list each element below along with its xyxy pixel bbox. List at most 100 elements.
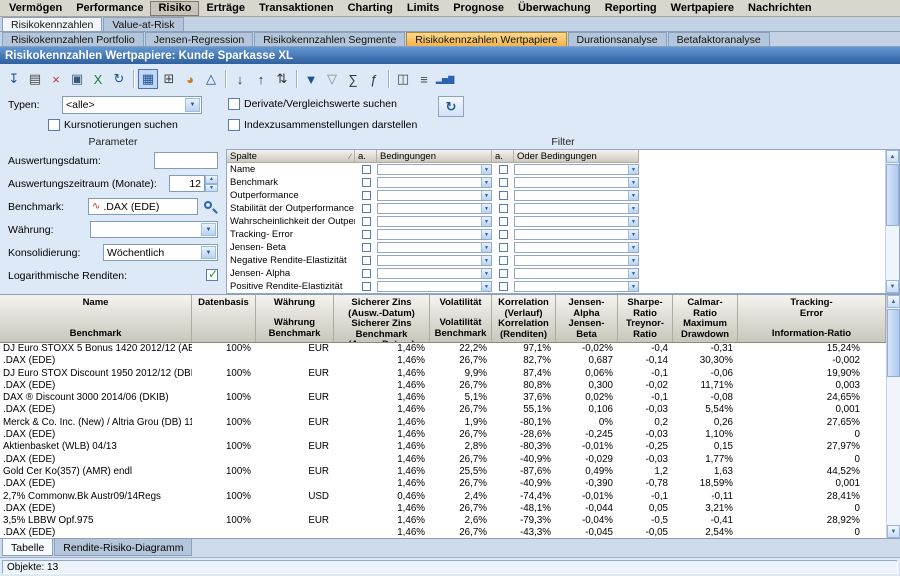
benchmark-row[interactable]: .DAX (EDE)1,46%26,7%-40,9%-0,029-0,031,7… <box>0 454 886 466</box>
menu-item-risiko[interactable]: Risiko <box>150 1 199 16</box>
stepper-up-icon[interactable] <box>205 175 218 184</box>
filter-or-checkbox[interactable] <box>499 282 508 291</box>
filter-or-checkbox[interactable] <box>499 269 508 278</box>
chevron-down-icon[interactable] <box>628 256 638 265</box>
filter-or-checkbox[interactable] <box>499 178 508 187</box>
filter-or-condition-dropdown[interactable] <box>514 216 639 227</box>
scroll-up-button[interactable] <box>887 295 900 308</box>
filter-condition-dropdown[interactable] <box>377 203 492 214</box>
filter-or-condition-dropdown[interactable] <box>514 229 639 240</box>
security-row[interactable]: Merck & Co. Inc. (New) / Altria Grou (DB… <box>0 417 886 429</box>
chevron-down-icon[interactable] <box>185 98 200 112</box>
menu-item-nachrichten[interactable]: Nachrichten <box>741 1 819 16</box>
auswertungszeitraum-input[interactable]: 12 <box>169 175 205 192</box>
column-header-calmar[interactable]: Calmar-RatioMaximumDrawdown <box>673 295 738 342</box>
filter-column-header-0[interactable]: Spalte∕ <box>227 150 355 162</box>
column-header-tracking[interactable]: Tracking-ErrorInformation-Ratio <box>738 295 886 342</box>
filter-condition-dropdown[interactable] <box>377 268 492 279</box>
security-row[interactable]: 3,5% LBBW Opf.975100%EUR1,46%2,6%-79,3%-… <box>0 515 886 527</box>
columns-icon[interactable]: ◫ <box>393 69 413 89</box>
tab-value-at-risk[interactable]: Value-at-Risk <box>103 17 183 31</box>
chevron-down-icon[interactable] <box>628 243 638 252</box>
filter-condition-dropdown[interactable] <box>377 255 492 266</box>
filter-and-checkbox[interactable] <box>362 178 371 187</box>
filter-or-condition-dropdown[interactable] <box>514 255 639 266</box>
chevron-down-icon[interactable] <box>481 191 491 200</box>
column-header-sicherer-zins[interactable]: Sicherer Zins(Ausw.-Datum)Sicherer Zins … <box>334 295 430 342</box>
refresh-button[interactable] <box>438 96 464 117</box>
bar-chart-icon[interactable]: ▂▅▇ <box>435 69 455 89</box>
menu-item-berwachung[interactable]: Überwachung <box>511 1 598 16</box>
scroll-down-button[interactable] <box>887 525 900 538</box>
filter-or-checkbox[interactable] <box>499 243 508 252</box>
print-icon[interactable]: ▤ <box>25 69 45 89</box>
filter-condition-dropdown[interactable] <box>377 190 492 201</box>
filter-condition-dropdown[interactable] <box>377 177 492 188</box>
filter-condition-dropdown[interactable] <box>377 216 492 227</box>
scroll-down-button[interactable] <box>886 280 899 293</box>
scroll-thumb[interactable] <box>886 164 899 226</box>
export-icon[interactable]: ↧ <box>4 69 24 89</box>
column-header-name[interactable]: NameBenchmark <box>0 295 192 342</box>
index-checkbox[interactable]: Indexzusammenstellungen darstellen <box>228 119 417 131</box>
auswertungsdatum-input[interactable] <box>154 152 218 169</box>
sort-ascending-icon[interactable]: ↓ <box>230 69 250 89</box>
copy-icon[interactable]: ▣ <box>67 69 87 89</box>
filter-and-checkbox[interactable] <box>362 230 371 239</box>
delete-icon[interactable]: × <box>46 69 66 89</box>
security-row[interactable]: Gold Cer Ko(357) (AMR) endl100%EUR1,46%2… <box>0 466 886 478</box>
chevron-down-icon[interactable] <box>201 223 216 236</box>
filter-and-checkbox[interactable] <box>362 282 371 291</box>
filter-or-checkbox[interactable] <box>499 230 508 239</box>
filter-column-header-2[interactable]: Bedingungen <box>377 150 492 162</box>
filter-or-condition-dropdown[interactable] <box>514 190 639 201</box>
grid-view-icon[interactable]: ⊞ <box>159 69 179 89</box>
tab-risikokennzahlen-segmente[interactable]: Risikokennzahlen Segmente <box>254 32 405 46</box>
column-header-volatilitaet[interactable]: VolatilitätVolatilitätBenchmark <box>430 295 492 342</box>
filter-condition-dropdown[interactable] <box>377 164 492 175</box>
filter-and-checkbox[interactable] <box>362 204 371 213</box>
column-header-korrelation[interactable]: Korrelation(Verlauf)Korrelation(Renditen… <box>492 295 556 342</box>
benchmark-field[interactable]: ∿ .DAX (EDE) <box>88 198 198 215</box>
chevron-down-icon[interactable] <box>628 204 638 213</box>
chevron-down-icon[interactable] <box>481 204 491 213</box>
chevron-down-icon[interactable] <box>481 243 491 252</box>
benchmark-row[interactable]: .DAX (EDE)1,46%26,7%80,8%0,300-0,0211,71… <box>0 380 886 392</box>
filter-or-condition-dropdown[interactable] <box>514 268 639 279</box>
filter-or-checkbox[interactable] <box>499 191 508 200</box>
filter-condition-dropdown[interactable] <box>377 242 492 253</box>
table-view-icon[interactable]: ▦ <box>138 69 158 89</box>
scroll-thumb[interactable] <box>887 309 900 377</box>
security-row[interactable]: Aktienbasket (WLB) 04/13100%EUR1,46%2,8%… <box>0 441 886 453</box>
sum-icon[interactable]: ∑ <box>343 69 363 89</box>
chevron-down-icon[interactable] <box>481 256 491 265</box>
chevron-down-icon[interactable] <box>201 246 216 259</box>
filter-and-checkbox[interactable] <box>362 243 371 252</box>
chevron-down-icon[interactable] <box>628 191 638 200</box>
benchmark-row[interactable]: .DAX (EDE)1,46%26,7%-28,6%-0,245-0,031,1… <box>0 429 886 441</box>
refresh-icon[interactable]: ↻ <box>109 69 129 89</box>
filter-vertical-scrollbar[interactable] <box>885 150 899 293</box>
benchmark-row[interactable]: .DAX (EDE)1,46%26,7%55,1%0,106-0,035,54%… <box>0 404 886 416</box>
filter-or-condition-dropdown[interactable] <box>514 242 639 253</box>
chevron-down-icon[interactable] <box>481 217 491 226</box>
menu-item-prognose[interactable]: Prognose <box>446 1 511 16</box>
column-header-datenbasis[interactable]: Datenbasis <box>192 295 256 342</box>
chevron-down-icon[interactable] <box>628 217 638 226</box>
filter-column-header-3[interactable]: a. <box>492 150 514 162</box>
tab-risikokennzahlen[interactable]: Risikokennzahlen <box>2 17 102 31</box>
log-renditen-checkbox[interactable] <box>206 269 218 281</box>
derivate-checkbox[interactable]: Derivate/Vergleichswerte suchen <box>228 98 397 110</box>
tab-jensen-regression[interactable]: Jensen-Regression <box>145 32 253 46</box>
pie-chart-icon[interactable]: ◕ <box>180 69 200 89</box>
filter-or-checkbox[interactable] <box>499 204 508 213</box>
chevron-down-icon[interactable] <box>628 178 638 187</box>
tab-risikokennzahlen-wertpapiere[interactable]: Risikokennzahlen Wertpapiere <box>406 32 566 46</box>
chevron-down-icon[interactable] <box>628 230 638 239</box>
chevron-down-icon[interactable] <box>628 269 638 278</box>
benchmark-search-button[interactable] <box>202 199 218 215</box>
typen-dropdown[interactable]: <alle> <box>62 96 202 114</box>
menu-item-verm-gen[interactable]: Vermögen <box>2 1 69 16</box>
stepper-down-icon[interactable] <box>205 184 218 193</box>
column-header-sharpe[interactable]: Sharpe-RatioTreynor-Ratio <box>618 295 673 342</box>
